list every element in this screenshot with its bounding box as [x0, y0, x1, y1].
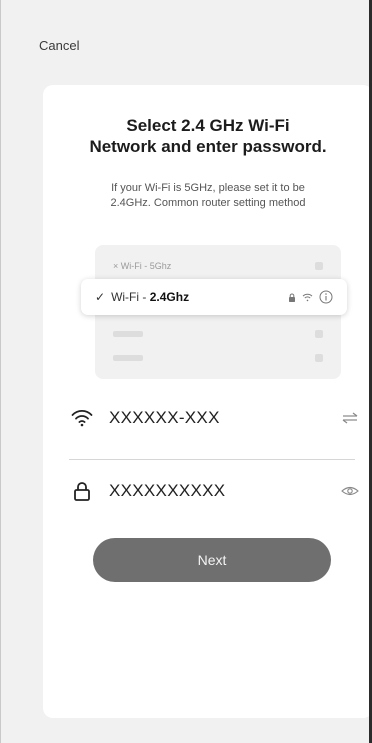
password-field[interactable]: XXXXXXXXXX — [69, 471, 359, 511]
illus-row-placeholder — [113, 329, 323, 339]
illus-placeholder — [113, 355, 143, 361]
illus-placeholder — [315, 330, 323, 338]
cancel-button[interactable]: Cancel — [39, 38, 79, 53]
wifi-name-field[interactable]: XXXXXX-XXX — [69, 398, 359, 438]
illus-row-placeholder — [113, 353, 323, 363]
cross-mark: × — [113, 261, 119, 271]
instruction-text: If your Wi-Fi is 5GHz, please set it to … — [53, 181, 363, 211]
setup-card: Select 2.4 GHz Wi-Fi Network and enter p… — [43, 85, 372, 718]
wifi-icon — [302, 293, 313, 301]
wifi-setup-screen: Cancel Select 2.4 GHz Wi-Fi Network and … — [0, 0, 372, 743]
wifi-name-input[interactable]: XXXXXX-XXX — [109, 408, 220, 428]
title-line-1: Select 2.4 GHz Wi-Fi — [126, 116, 290, 135]
illus-5ghz-label: Wi-Fi - 5Ghz — [120, 261, 172, 271]
illus-placeholder — [315, 354, 323, 362]
switch-network-icon[interactable] — [341, 412, 359, 424]
illus-selected-band: 2.4Ghz — [149, 290, 190, 304]
illus-selected-network: ✓ Wi-Fi - 2.4Ghz — [81, 279, 347, 315]
check-icon: ✓ — [95, 290, 106, 304]
eye-icon[interactable] — [341, 485, 359, 497]
illus-selected-ssid: Wi-Fi - 2.4Ghz — [111, 290, 190, 304]
subtitle-line-2: 2.4GHz. Common router setting method — [110, 197, 306, 209]
illus-row-5ghz: × Wi-Fi - 5Ghz — [113, 261, 323, 271]
illus-status-icons — [288, 290, 333, 304]
wifi-icon — [69, 405, 95, 431]
illus-row-5ghz-text: × Wi-Fi - 5Ghz — [113, 261, 171, 271]
next-button[interactable]: Next — [93, 538, 331, 582]
lock-icon — [69, 478, 95, 504]
lock-icon — [289, 293, 295, 302]
info-icon — [319, 290, 333, 304]
illus-placeholder — [113, 331, 143, 337]
illus-placeholder — [315, 262, 323, 270]
title-line-2: Network and enter password. — [89, 137, 327, 156]
password-input[interactable]: XXXXXXXXXX — [109, 481, 225, 501]
field-divider — [69, 459, 355, 460]
subtitle-line-1: If your Wi-Fi is 5GHz, please set it to … — [111, 182, 305, 194]
page-title: Select 2.4 GHz Wi-Fi Network and enter p… — [43, 115, 372, 157]
